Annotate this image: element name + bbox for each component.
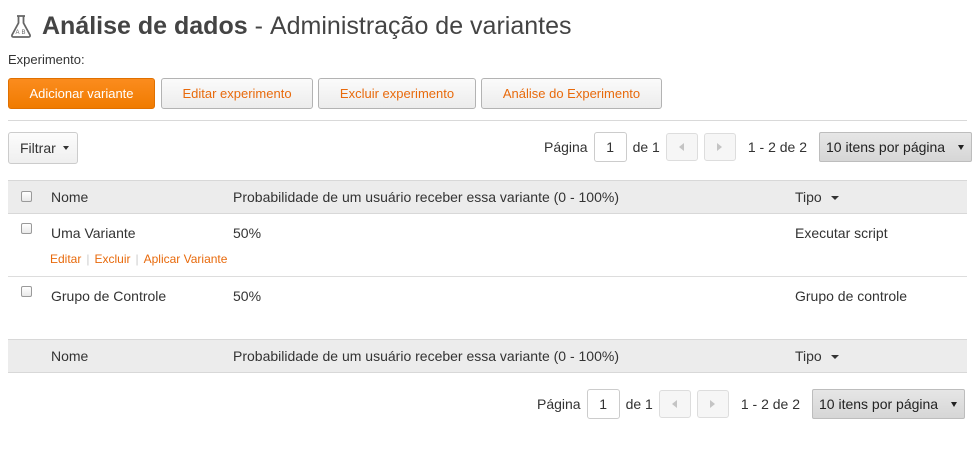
apply-variant-link[interactable]: Aplicar Variante: [144, 252, 228, 266]
table-header: Nome Probabilidade de um usuário receber…: [8, 180, 967, 214]
prev-page-button[interactable]: [658, 390, 691, 418]
page-label: Página: [537, 396, 581, 412]
page-range: 1 - 2 de 2: [740, 396, 800, 412]
svg-text:B: B: [22, 30, 26, 36]
items-per-page-select[interactable]: 10 itens por página: [819, 132, 972, 162]
table-footer-header: Nome Probabilidade de um usuário receber…: [8, 339, 967, 373]
column-header-probability[interactable]: Probabilidade de um usuário receber essa…: [233, 189, 619, 205]
items-per-page-value: 10 itens por página: [819, 396, 939, 412]
column-header-type[interactable]: Tipo: [795, 348, 839, 364]
edit-experiment-button[interactable]: Editar experimento: [161, 78, 313, 109]
column-header-name[interactable]: Nome: [51, 348, 88, 364]
row-checkbox[interactable]: [21, 286, 32, 297]
action-divider: |: [86, 252, 90, 266]
experiment-analysis-button[interactable]: Análise do Experimento: [481, 78, 662, 109]
table-row[interactable]: Grupo de Controle 50% Grupo de controle: [8, 277, 967, 340]
sort-down-icon: [830, 355, 839, 360]
page-title-main: Análise de dados: [42, 11, 248, 40]
variant-name: Uma Variante: [51, 225, 136, 241]
page-of-label: de 1: [632, 139, 660, 155]
experiment-label: Experimento:: [8, 52, 85, 67]
svg-text:A: A: [16, 30, 20, 36]
delete-variant-link[interactable]: Excluir: [94, 252, 130, 266]
filter-label: Filtrar: [20, 140, 56, 156]
variant-probability: 50%: [233, 225, 262, 241]
add-variant-button[interactable]: Adicionar variante: [8, 78, 155, 109]
toolbar-divider: [8, 120, 967, 121]
table-row[interactable]: Uma Variante 50% Executar script Editar |…: [8, 214, 967, 277]
page-range: 1 - 2 de 2: [747, 139, 807, 155]
variant-type: Grupo de controle: [795, 288, 908, 304]
column-header-name[interactable]: Nome: [51, 189, 88, 205]
arrow-left-icon: [679, 143, 685, 151]
next-page-button[interactable]: [696, 390, 729, 418]
title-separator: -: [254, 11, 263, 40]
prev-page-button[interactable]: [665, 133, 698, 161]
column-header-probability[interactable]: Probabilidade de um usuário receber essa…: [233, 348, 619, 364]
chevron-down-icon: [62, 146, 69, 150]
page-title: A B Análise de dados - Administração de …: [8, 10, 572, 42]
delete-experiment-button[interactable]: Excluir experimento: [318, 78, 476, 109]
next-page-button[interactable]: [703, 133, 736, 161]
arrow-right-icon: [710, 400, 716, 408]
page-label: Página: [544, 139, 588, 155]
column-header-type-label: Tipo: [795, 189, 822, 205]
row-actions: Editar | Excluir | Aplicar Variante: [50, 252, 227, 266]
items-per-page-value: 10 itens por página: [826, 139, 946, 155]
pager-top: Página de 1 1 - 2 de 2 10 itens por pági…: [544, 132, 972, 162]
variant-name: Grupo de Controle: [51, 288, 167, 304]
chevron-down-icon: [958, 144, 964, 150]
variant-probability: 50%: [233, 288, 262, 304]
chevron-down-icon: [951, 401, 957, 407]
page-number-input[interactable]: [586, 389, 620, 419]
page-number-input[interactable]: [593, 132, 627, 162]
row-checkbox[interactable]: [21, 223, 32, 234]
page-of-label: de 1: [625, 396, 653, 412]
page-subtitle: Administração de variantes: [269, 11, 572, 40]
filter-button[interactable]: Filtrar: [8, 132, 78, 164]
edit-variant-link[interactable]: Editar: [50, 252, 81, 266]
select-all-checkbox[interactable]: [21, 191, 32, 202]
arrow-right-icon: [717, 143, 723, 151]
column-header-type-label: Tipo: [795, 348, 822, 364]
action-divider: |: [135, 252, 139, 266]
arrow-left-icon: [672, 400, 678, 408]
variant-type: Executar script: [795, 225, 888, 241]
sort-down-icon: [830, 196, 839, 201]
flask-icon: A B: [8, 13, 34, 39]
items-per-page-select[interactable]: 10 itens por página: [812, 389, 965, 419]
column-header-type[interactable]: Tipo: [795, 189, 839, 205]
pager-bottom: Página de 1 1 - 2 de 2 10 itens por pági…: [537, 389, 965, 419]
